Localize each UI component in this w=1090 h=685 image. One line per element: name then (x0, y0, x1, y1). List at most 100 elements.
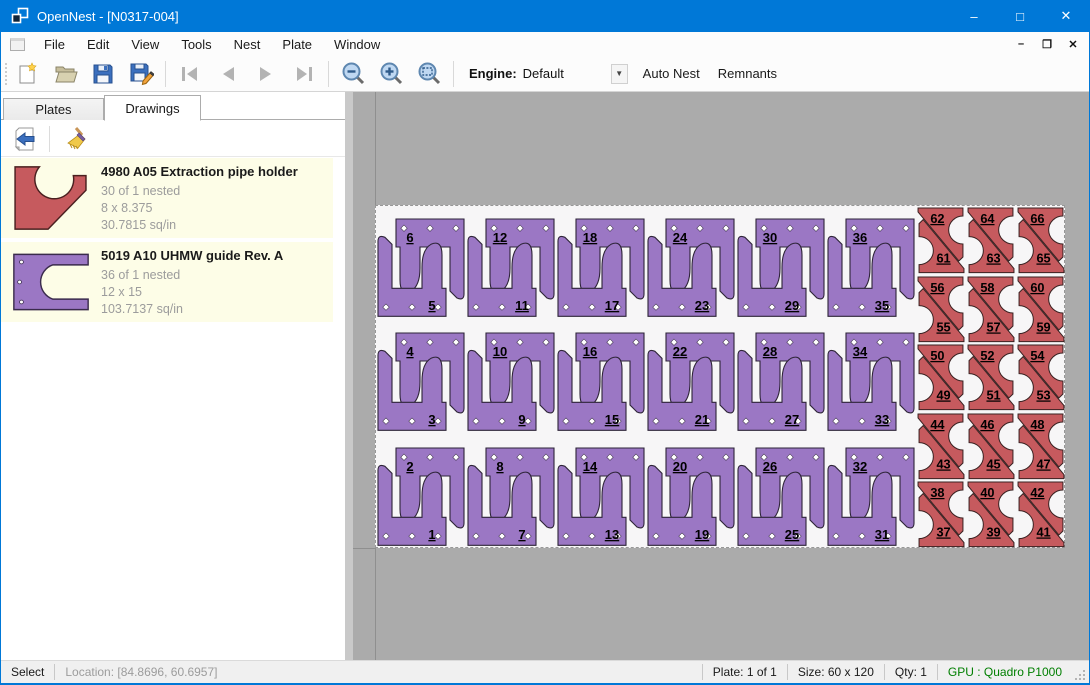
new-file-button[interactable] (12, 60, 42, 88)
nested-part-pair-purple[interactable]: 14 13 (556, 435, 646, 549)
svg-text:64: 64 (980, 212, 994, 226)
menu-file[interactable]: File (33, 34, 76, 55)
save-as-button[interactable] (126, 60, 156, 88)
zoom-in-button[interactable] (376, 60, 406, 88)
nested-part-pair-red[interactable]: 64 63 (966, 206, 1016, 275)
nest-canvas[interactable]: 6 5 12 11 18 17 24 23 (353, 92, 1090, 660)
plate-guide-line-horizontal (353, 548, 375, 549)
status-gpu: GPU : Quadro P1000 (938, 665, 1072, 679)
nested-part-pair-red[interactable]: 40 39 (966, 480, 1016, 549)
remnants-button[interactable]: Remnants (709, 61, 786, 86)
menu-bar: File Edit View Tools Nest Plate Window –… (1, 32, 1089, 56)
nested-part-pair-purple[interactable]: 22 21 (646, 320, 736, 434)
nested-part-pair-purple[interactable]: 36 35 (826, 206, 916, 320)
nested-part-pair-red[interactable]: 42 41 (1016, 480, 1066, 549)
nested-part-pair-purple[interactable]: 34 33 (826, 320, 916, 434)
menu-window[interactable]: Window (323, 34, 391, 55)
window-title: OpenNest - [N0317-004] (37, 9, 179, 24)
nested-part-pair-purple[interactable]: 10 9 (466, 320, 556, 434)
svg-text:15: 15 (605, 412, 619, 427)
menu-nest[interactable]: Nest (223, 34, 272, 55)
toolbar-grip[interactable] (4, 62, 8, 86)
nav-first-button[interactable] (175, 60, 205, 88)
nested-part-pair-red[interactable]: 52 51 (966, 343, 1016, 412)
tab-drawings[interactable]: Drawings (104, 95, 201, 121)
nested-part-pair-red[interactable]: 56 55 (916, 275, 966, 344)
nested-part-pair-purple[interactable]: 18 17 (556, 206, 646, 320)
import-drawing-button[interactable] (11, 124, 41, 154)
nested-part-pair-red[interactable]: 60 59 (1016, 275, 1066, 344)
nested-part-pair-red[interactable]: 54 53 (1016, 343, 1066, 412)
nested-part-pair-purple[interactable]: 12 11 (466, 206, 556, 320)
svg-text:36: 36 (853, 230, 867, 245)
svg-text:22: 22 (673, 344, 687, 359)
zoom-out-icon (341, 61, 366, 86)
nested-part-pair-red[interactable]: 46 45 (966, 412, 1016, 481)
nested-part-pair-purple[interactable]: 32 31 (826, 435, 916, 549)
nested-part-pair-purple[interactable]: 2 1 (376, 435, 466, 549)
auto-nest-button[interactable]: Auto Nest (634, 61, 709, 86)
drawing-size: 12 x 15 (101, 284, 283, 301)
main-toolbar: Engine: Default ▼ Auto Nest Remnants (1, 56, 1089, 92)
nested-part-pair-purple[interactable]: 24 23 (646, 206, 736, 320)
svg-text:10: 10 (493, 344, 507, 359)
nested-part-pair-purple[interactable]: 6 5 (376, 206, 466, 320)
clean-button[interactable] (60, 124, 90, 154)
menu-tools[interactable]: Tools (170, 34, 222, 55)
menu-edit[interactable]: Edit (76, 34, 120, 55)
nested-part-pair-red[interactable]: 50 49 (916, 343, 966, 412)
nested-part-pair-purple[interactable]: 16 15 (556, 320, 646, 434)
zoom-out-button[interactable] (338, 60, 368, 88)
nested-part-pair-red[interactable]: 44 43 (916, 412, 966, 481)
svg-text:65: 65 (1036, 252, 1050, 266)
plate[interactable]: 6 5 12 11 18 17 24 23 (375, 205, 1065, 548)
resize-grip-icon[interactable] (1074, 669, 1086, 681)
nested-part-pair-red[interactable]: 66 65 (1016, 206, 1066, 275)
drawing-list-item[interactable]: 5019 A10 UHMW guide Rev. A 36 of 1 neste… (1, 242, 333, 322)
svg-text:54: 54 (1030, 349, 1044, 363)
nested-part-pair-red[interactable]: 38 37 (916, 480, 966, 549)
sidebar-panel: Plates Drawings (1, 92, 345, 660)
svg-text:47: 47 (1036, 457, 1050, 471)
nested-part-pair-purple[interactable]: 26 25 (736, 435, 826, 549)
zoom-fit-button[interactable] (414, 60, 444, 88)
mdi-minimize-button[interactable]: – (1011, 35, 1031, 53)
nav-prev-button[interactable] (213, 60, 243, 88)
window-maximize-button[interactable]: □ (997, 0, 1043, 32)
window-minimize-button[interactable]: – (951, 0, 997, 32)
chevron-down-icon[interactable]: ▼ (611, 64, 628, 84)
nested-part-pair-purple[interactable]: 8 7 (466, 435, 556, 549)
mdi-restore-button[interactable]: ❐ (1037, 35, 1057, 53)
nested-part-pair-purple[interactable]: 30 29 (736, 206, 826, 320)
part-thumbnail (1, 242, 101, 322)
window-close-button[interactable]: ✕ (1043, 0, 1089, 32)
open-file-button[interactable] (50, 60, 80, 88)
toolbar-separator (453, 61, 454, 87)
sidebar-tabstrip: Plates Drawings (1, 94, 345, 120)
nested-part-pair-purple[interactable]: 4 3 (376, 320, 466, 434)
tab-plates[interactable]: Plates (3, 98, 104, 120)
svg-text:37: 37 (936, 526, 950, 540)
nested-part-pair-red[interactable]: 62 61 (916, 206, 966, 275)
menu-view[interactable]: View (120, 34, 170, 55)
nested-part-pair-purple[interactable]: 28 27 (736, 320, 826, 434)
menu-plate[interactable]: Plate (271, 34, 323, 55)
svg-text:61: 61 (936, 252, 950, 266)
drawing-title: 4980 A05 Extraction pipe holder (101, 164, 298, 179)
nested-part-pair-purple[interactable]: 20 19 (646, 435, 736, 549)
panel-splitter[interactable] (345, 92, 353, 660)
nav-next-button[interactable] (251, 60, 281, 88)
nested-part-pair-red[interactable]: 48 47 (1016, 412, 1066, 481)
save-as-icon (129, 61, 154, 86)
engine-select[interactable]: Default ▼ (523, 63, 628, 85)
nav-first-icon (178, 62, 202, 86)
nested-part-pair-red[interactable]: 58 57 (966, 275, 1016, 344)
mdi-close-button[interactable]: ✕ (1063, 35, 1083, 53)
mdi-document-icon[interactable] (10, 38, 25, 51)
drawing-list-item[interactable]: 4980 A05 Extraction pipe holder 30 of 1 … (1, 158, 333, 238)
zoom-fit-icon (417, 61, 442, 86)
toolbar-separator (165, 61, 166, 87)
save-button[interactable] (88, 60, 118, 88)
open-file-icon (53, 61, 78, 86)
nav-last-button[interactable] (289, 60, 319, 88)
